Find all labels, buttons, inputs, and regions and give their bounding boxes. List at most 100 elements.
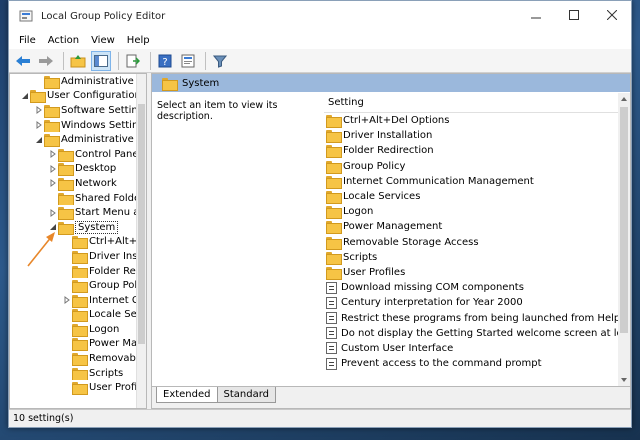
- tab-standard[interactable]: Standard: [216, 387, 276, 403]
- folder-icon: [72, 280, 88, 293]
- tree-item[interactable]: Network: [10, 176, 146, 191]
- tree-item[interactable]: Logon: [10, 322, 146, 337]
- tree-item[interactable]: Administrative Templates: [10, 132, 146, 147]
- setting-folder-row[interactable]: User Profiles: [324, 265, 630, 280]
- title-bar[interactable]: Local Group Policy Editor: [9, 1, 631, 31]
- setting-folder-row[interactable]: Group Policy: [324, 159, 630, 174]
- toolbar-separator: [63, 51, 64, 70]
- setting-label: Scripts: [343, 251, 378, 263]
- policy-setting-row[interactable]: Prevent access to the command prompt: [324, 356, 630, 371]
- details-pane: System Select an item to view its descri…: [151, 73, 631, 409]
- export-list-button[interactable]: [123, 51, 143, 71]
- setting-folder-row[interactable]: Logon: [324, 204, 630, 220]
- tree-item[interactable]: Software Settings: [10, 103, 146, 118]
- setting-folder-row[interactable]: Locale Services: [324, 189, 630, 205]
- tree-item[interactable]: Internet Communication Management: [10, 293, 146, 308]
- collapsed-triangle-icon[interactable]: [34, 105, 44, 115]
- window-title: Local Group Policy Editor: [41, 10, 166, 22]
- filter-button[interactable]: [210, 51, 230, 71]
- help-button[interactable]: ?: [155, 51, 175, 71]
- folder-icon: [44, 119, 60, 133]
- setting-label: Removable Storage Access: [343, 236, 479, 248]
- setting-label: Driver Installation: [343, 130, 433, 142]
- collapsed-triangle-icon[interactable]: [48, 149, 58, 159]
- collapsed-triangle-icon[interactable]: [34, 120, 44, 130]
- minimize-button[interactable]: [517, 1, 555, 29]
- tree-item[interactable]: User Configuration: [10, 89, 146, 104]
- setting-folder-row[interactable]: Folder Redirection: [324, 143, 630, 159]
- menu-help[interactable]: Help: [121, 35, 156, 46]
- tree-item[interactable]: Scripts: [10, 366, 146, 381]
- settings-rows: Ctrl+Alt+Del Options Driver Installation F…: [324, 113, 630, 371]
- tree-item[interactable]: Power Management: [10, 337, 146, 352]
- setting-label: Internet Communication Management: [343, 175, 534, 187]
- up-folder-button[interactable]: [68, 51, 88, 71]
- setting-folder-row[interactable]: Driver Installation: [324, 128, 630, 144]
- folder-icon: [72, 323, 88, 337]
- gpedit-window: Local Group Policy Editor File Action Vi…: [8, 0, 632, 428]
- scroll-up-icon[interactable]: [618, 94, 630, 104]
- tree-item[interactable]: Start Menu and Taskbar: [10, 205, 146, 220]
- policy-setting-icon: [326, 281, 337, 294]
- collapsed-triangle-icon[interactable]: [48, 208, 58, 218]
- menu-view[interactable]: View: [85, 35, 121, 46]
- tree-scrollbar[interactable]: [136, 74, 146, 408]
- policy-setting-row[interactable]: Century interpretation for Year 2000: [324, 295, 630, 310]
- setting-label: Do not display the Getting Started welco…: [341, 327, 630, 339]
- tree-item[interactable]: Shared Folders: [10, 191, 146, 206]
- window-controls: [517, 1, 631, 29]
- setting-folder-row[interactable]: Internet Communication Management: [324, 174, 630, 189]
- close-button[interactable]: [593, 1, 631, 29]
- scroll-down-icon[interactable]: [618, 375, 630, 385]
- tree-item-label: System: [75, 220, 119, 234]
- forward-button[interactable]: [36, 51, 56, 71]
- policy-setting-row[interactable]: Do not display the Getting Started welco…: [324, 326, 630, 341]
- collapsed-triangle-icon[interactable]: [48, 164, 58, 174]
- policy-setting-row[interactable]: Custom User Interface: [324, 341, 630, 356]
- list-scroll-thumb[interactable]: [620, 107, 628, 333]
- setting-label: User Profiles: [343, 266, 406, 278]
- folder-icon: [44, 75, 60, 89]
- policy-setting-row[interactable]: Download missing COM components: [324, 280, 630, 295]
- tree-item[interactable]: Removable Storage Access: [10, 351, 146, 366]
- maximize-button[interactable]: [555, 1, 593, 29]
- list-scrollbar[interactable]: [618, 93, 630, 386]
- properties-button[interactable]: [178, 51, 198, 71]
- folder-icon: [326, 206, 342, 220]
- folder-icon: [58, 163, 74, 177]
- tree-item[interactable]: User Profiles: [10, 380, 146, 396]
- show-hide-tree-button[interactable]: [91, 50, 111, 71]
- folder-icon: [58, 177, 74, 191]
- tree-item[interactable]: Control Panel: [10, 147, 146, 162]
- content-area: Administrative Templates User Configurati…: [9, 73, 631, 409]
- tree-item-label: Administrative Templates: [61, 134, 146, 146]
- tab-extended[interactable]: Extended: [156, 387, 218, 403]
- setting-folder-row[interactable]: Ctrl+Alt+Del Options: [324, 113, 630, 129]
- tree-scroll-thumb[interactable]: [138, 104, 145, 344]
- expanded-triangle-icon[interactable]: [34, 135, 44, 145]
- tree-item[interactable]: Windows Settings: [10, 118, 146, 133]
- setting-folder-row[interactable]: Removable Storage Access: [324, 235, 630, 250]
- menu-file[interactable]: File: [13, 35, 42, 46]
- folder-icon: [326, 145, 342, 159]
- collapsed-triangle-icon[interactable]: [62, 295, 72, 305]
- tree-item[interactable]: Administrative Templates: [10, 74, 146, 89]
- tree-item[interactable]: Locale Services: [10, 308, 146, 323]
- folder-icon: [72, 353, 88, 366]
- toolbar-separator: [118, 51, 119, 70]
- policy-setting-row[interactable]: Restrict these programs from being launc…: [324, 310, 630, 325]
- folder-icon: [326, 130, 342, 144]
- tree-item[interactable]: Group Policy: [10, 278, 146, 293]
- setting-folder-row[interactable]: Power Management: [324, 219, 630, 235]
- collapsed-triangle-icon[interactable]: [48, 178, 58, 188]
- back-button[interactable]: [13, 51, 33, 71]
- folder-icon: [72, 338, 88, 352]
- menu-action[interactable]: Action: [42, 35, 85, 46]
- setting-folder-row[interactable]: Scripts: [324, 250, 630, 265]
- expanded-triangle-icon[interactable]: [20, 91, 30, 101]
- tree-item[interactable]: Desktop: [10, 162, 146, 177]
- setting-column-header[interactable]: Setting: [324, 93, 630, 113]
